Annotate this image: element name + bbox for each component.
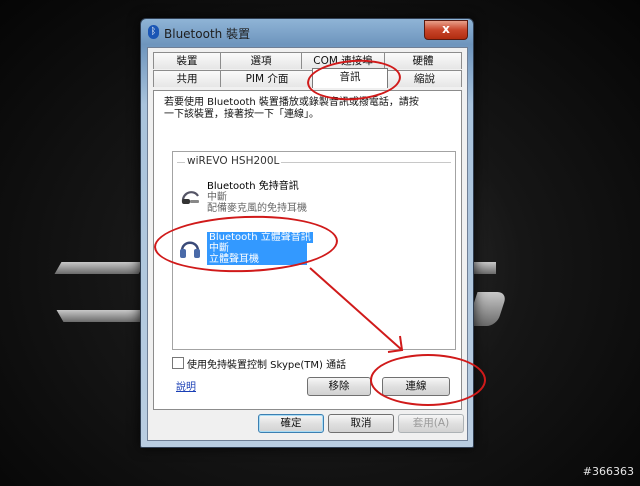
annotation-arrow: [309, 267, 404, 353]
